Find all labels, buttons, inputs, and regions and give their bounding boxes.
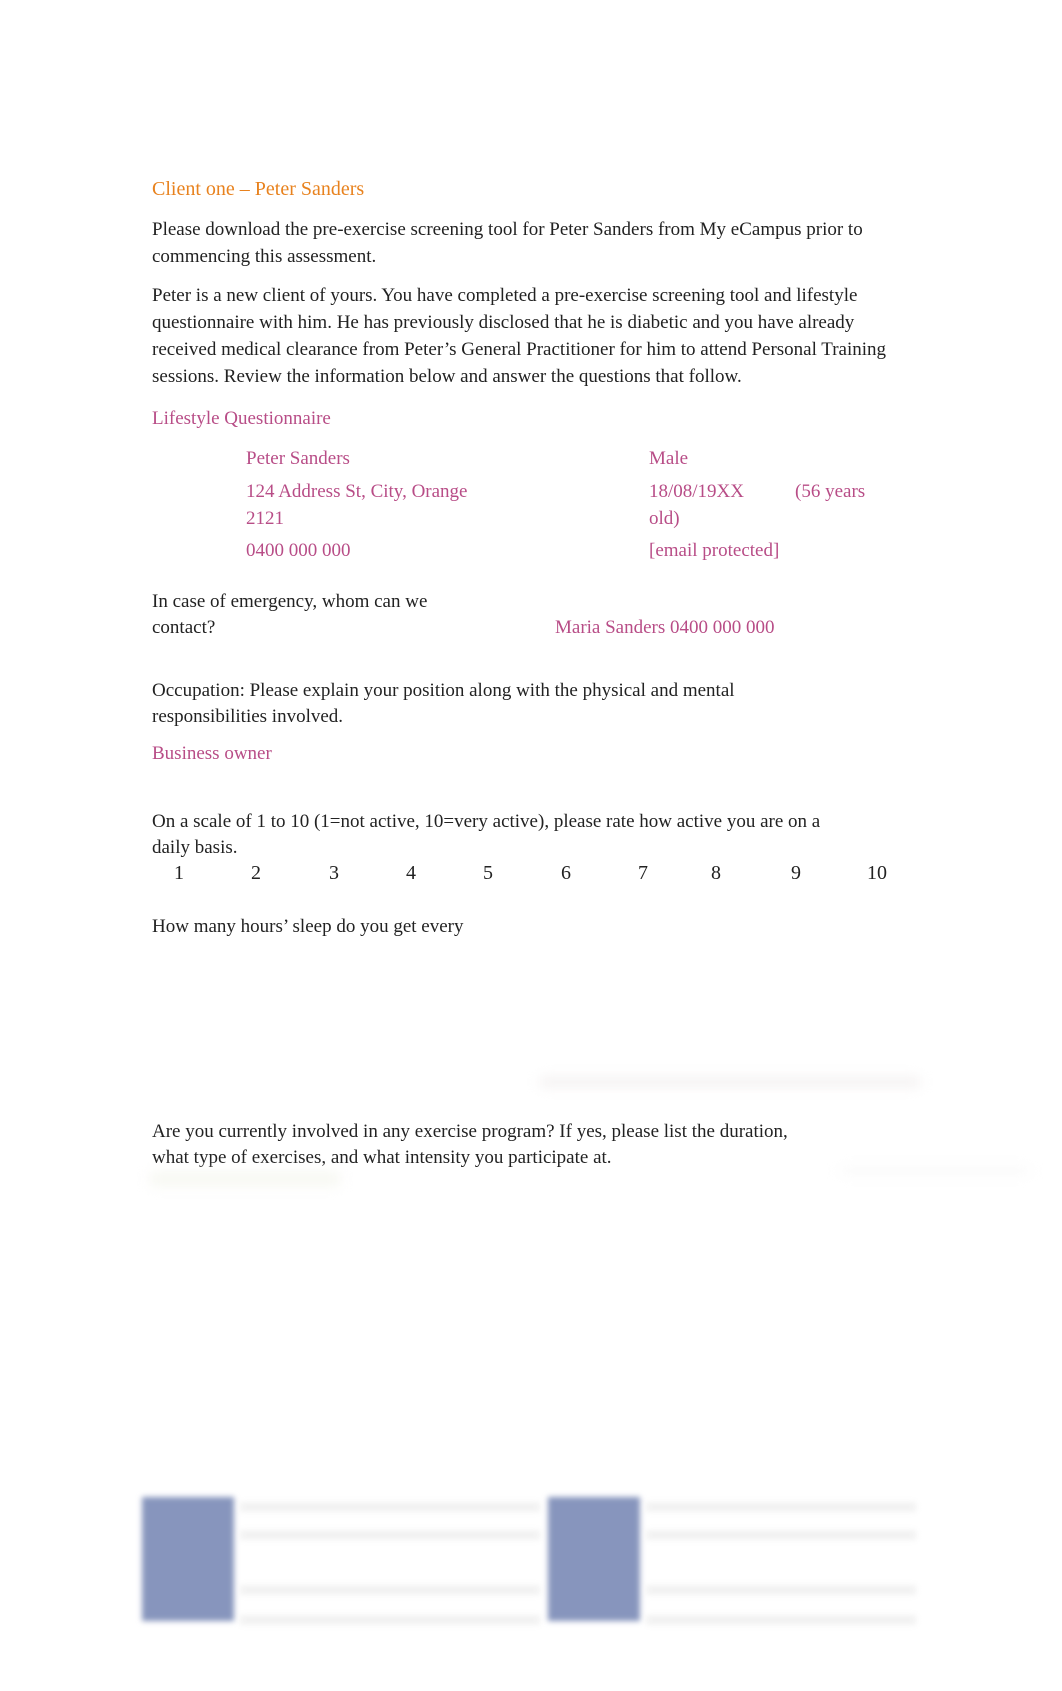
sleep-question: How many hours’ sleep do you get every [152, 916, 464, 937]
redacted-band [150, 1172, 340, 1186]
activity-scale: 1 2 3 4 5 6 7 8 9 10 [0, 862, 1062, 892]
client-address-line-1: 124 Address St, City, Orange [246, 481, 468, 502]
scale-option-5[interactable]: 5 [483, 862, 493, 885]
scale-option-10[interactable]: 10 [867, 862, 887, 885]
redacted-line [240, 1585, 540, 1595]
activity-question-line-1: On a scale of 1 to 10 (1=not active, 10=… [152, 811, 821, 832]
scale-option-9[interactable]: 9 [791, 862, 801, 885]
redacted-image-block [548, 1497, 640, 1621]
emergency-question-line-1: In case of emergency, whom can we [152, 591, 428, 612]
redacted-line [240, 1502, 540, 1512]
scale-option-3[interactable]: 3 [329, 862, 339, 885]
activity-question-line-2: daily basis. [152, 837, 238, 858]
redacted-line [240, 1615, 540, 1625]
redacted-band [840, 1168, 1030, 1174]
intro-paragraph-1: Please download the pre-exercise screeni… [152, 219, 863, 267]
redacted-line [646, 1502, 916, 1512]
section-title-lifestyle-questionnaire: Lifestyle Questionnaire [152, 408, 331, 429]
intro-paragraph-2: Peter is a new client of yours. You have… [152, 285, 887, 387]
scale-option-8[interactable]: 8 [711, 862, 721, 885]
redacted-line [646, 1585, 916, 1595]
scale-option-6[interactable]: 6 [561, 862, 571, 885]
redacted-line [646, 1615, 916, 1625]
occupation-answer: Business owner [152, 743, 272, 764]
redacted-band [540, 1077, 920, 1087]
exercise-question-line-1: Are you currently involved in any exerci… [152, 1121, 788, 1142]
client-age-note-2: old) [649, 508, 680, 529]
redacted-line [646, 1530, 916, 1540]
client-address-line-2: 2121 [246, 508, 284, 529]
redacted-image-block [142, 1497, 234, 1621]
scale-option-2[interactable]: 2 [251, 862, 261, 885]
emergency-contact-answer: Maria Sanders 0400 000 000 [555, 617, 775, 638]
client-age-note-1: (56 years [795, 481, 866, 502]
scale-option-4[interactable]: 4 [406, 862, 416, 885]
client-heading: Client one – Peter Sanders [152, 178, 365, 200]
exercise-question-line-2: what type of exercises, and what intensi… [152, 1147, 612, 1168]
client-email[interactable]: [email protected] [649, 537, 779, 564]
client-phone: 0400 000 000 [246, 540, 351, 561]
client-gender: Male [649, 448, 689, 469]
scale-option-7[interactable]: 7 [638, 862, 648, 885]
emergency-question-line-2: contact? [152, 617, 216, 638]
occupation-question-line-2: responsibilities involved. [152, 706, 344, 727]
redacted-line [240, 1530, 540, 1540]
client-dob: 18/08/19XX [649, 481, 744, 502]
occupation-question-line-1: Occupation: Please explain your position… [152, 680, 735, 701]
client-name: Peter Sanders [246, 448, 350, 469]
scale-option-1[interactable]: 1 [174, 862, 184, 885]
